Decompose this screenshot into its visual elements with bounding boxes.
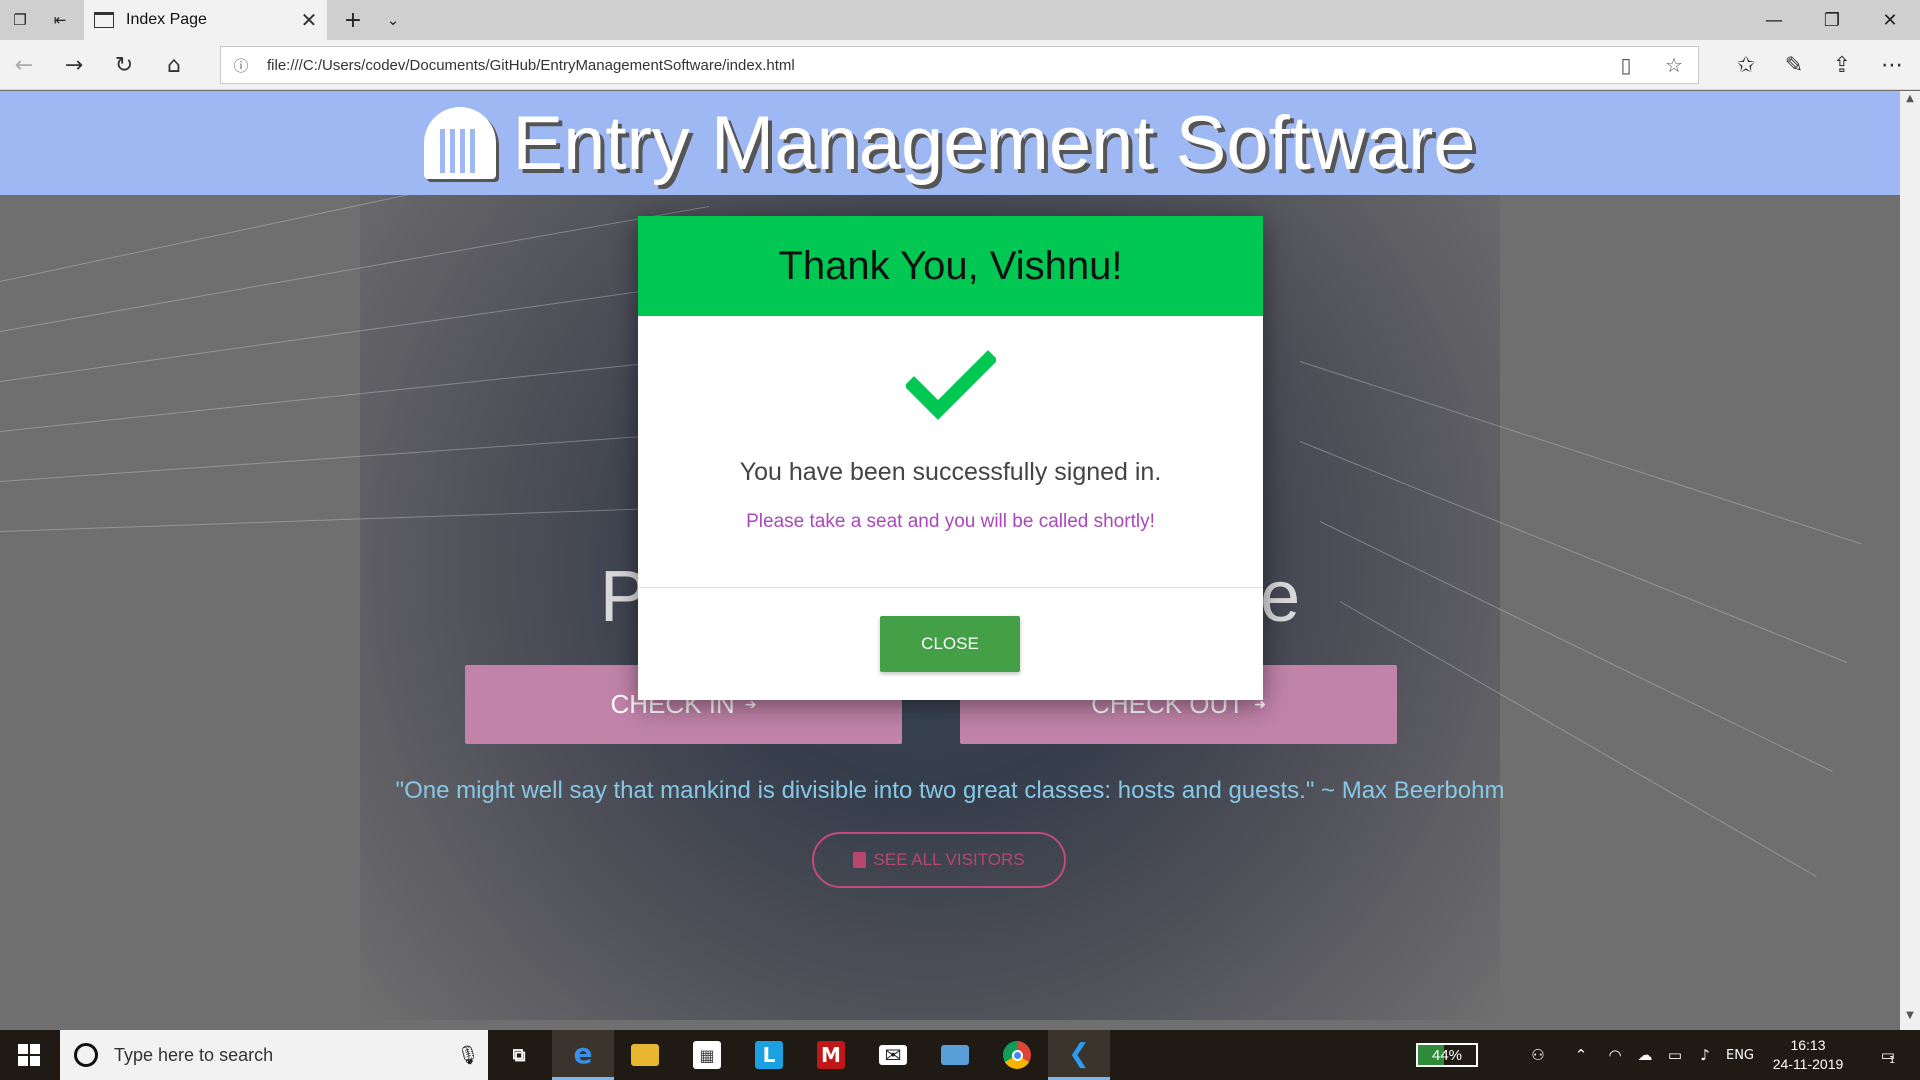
- notification-count: 1: [1888, 1054, 1896, 1066]
- browser-tab[interactable]: Index Page ✕: [84, 0, 327, 40]
- start-button[interactable]: [0, 1030, 58, 1080]
- store-icon: ▦: [693, 1041, 721, 1069]
- task-view-icon: ⧉: [512, 1044, 526, 1066]
- modal-header: Thank You, Vishnu!: [638, 216, 1263, 316]
- battery-icon[interactable]: ▭: [1660, 1030, 1690, 1080]
- set-aside-tabs-icon[interactable]: ⇤: [40, 0, 80, 40]
- address-input[interactable]: file:///C:/Users/codev/Documents/GitHub/…: [261, 57, 1602, 74]
- pen-icon[interactable]: ✎: [1774, 45, 1814, 85]
- modal-divider: [638, 587, 1263, 588]
- chevron-down-icon[interactable]: ⌄: [373, 0, 413, 40]
- search-placeholder: Type here to search: [114, 1044, 274, 1065]
- computer-icon: [941, 1045, 969, 1065]
- task-view-button[interactable]: ⧉: [488, 1030, 550, 1080]
- reading-view-icon[interactable]: ▯: [1602, 53, 1650, 77]
- wifi-icon[interactable]: ◠: [1600, 1030, 1630, 1080]
- computer-app[interactable]: [924, 1030, 986, 1080]
- checkmark-icon: [906, 350, 996, 420]
- chrome-app[interactable]: [986, 1030, 1048, 1080]
- tab-manager-icon[interactable]: ❐: [0, 0, 40, 40]
- taskbar-search[interactable]: Type here to search 🎙: [60, 1030, 488, 1080]
- vscode-icon: ❮: [1068, 1038, 1090, 1069]
- browser-tab-bar: ❐ ⇤ Index Page ✕ + ⌄ — ❐ ✕: [0, 0, 1920, 40]
- forward-icon[interactable]: →: [54, 45, 94, 85]
- mail-icon: ✉: [879, 1043, 907, 1067]
- l-app-icon: L: [755, 1041, 783, 1069]
- cloud-icon[interactable]: ☁: [1630, 1030, 1660, 1080]
- modal-title: Thank You, Vishnu!: [778, 243, 1123, 288]
- store-app[interactable]: ▦: [676, 1030, 738, 1080]
- favorites-icon[interactable]: ✩: [1726, 45, 1766, 85]
- page-icon: [94, 12, 114, 28]
- clock[interactable]: 16:13 24-11-2019: [1760, 1036, 1856, 1074]
- notification-center[interactable]: ▭ 1: [1866, 1030, 1910, 1080]
- windows-icon: [18, 1044, 40, 1066]
- cortana-icon: [74, 1043, 98, 1067]
- clock-time: 16:13: [1790, 1037, 1826, 1053]
- info-icon[interactable]: ⓘ: [221, 55, 261, 76]
- new-tab-icon[interactable]: +: [333, 0, 373, 40]
- minimize-button[interactable]: —: [1745, 0, 1803, 40]
- share-icon[interactable]: ⇪: [1822, 45, 1862, 85]
- browser-nav-bar: ← → ↻ ⌂ ⓘ file:///C:/Users/codev/Documen…: [0, 40, 1920, 90]
- vscode-app[interactable]: ❮: [1048, 1030, 1110, 1080]
- edge-icon: e: [573, 1037, 593, 1070]
- address-bar[interactable]: ⓘ file:///C:/Users/codev/Documents/GitHu…: [220, 46, 1699, 84]
- battery-indicator[interactable]: 44%: [1416, 1043, 1478, 1067]
- taskbar: Type here to search 🎙 ⧉ e ▦ L M ✉ ❮ 44% …: [0, 1030, 1920, 1080]
- more-icon[interactable]: ⋯: [1872, 45, 1912, 85]
- l-app[interactable]: L: [738, 1030, 800, 1080]
- close-tab-icon[interactable]: ✕: [291, 8, 327, 32]
- file-explorer-app[interactable]: [614, 1030, 676, 1080]
- refresh-icon[interactable]: ↻: [104, 45, 144, 85]
- chevron-up-icon[interactable]: ⌃: [1566, 1030, 1596, 1080]
- volume-icon[interactable]: ♪: [1690, 1030, 1720, 1080]
- back-icon[interactable]: ←: [4, 45, 44, 85]
- restore-button[interactable]: ❐: [1803, 0, 1861, 40]
- close-window-button[interactable]: ✕: [1861, 0, 1919, 40]
- close-button[interactable]: CLOSE: [880, 616, 1020, 672]
- modal-message: You have been successfully signed in.: [739, 458, 1162, 486]
- home-icon[interactable]: ⌂: [154, 45, 194, 85]
- success-modal: Thank You, Vishnu! You have been success…: [638, 216, 1263, 700]
- clock-date: 24-11-2019: [1772, 1056, 1844, 1072]
- folder-icon: [631, 1044, 659, 1066]
- battery-text: 44%: [1431, 1046, 1463, 1064]
- mcafee-app[interactable]: M: [800, 1030, 862, 1080]
- modal-overlay[interactable]: Thank You, Vishnu! You have been success…: [0, 91, 1920, 1030]
- shield-icon: M: [817, 1041, 845, 1069]
- modal-submessage: Please take a seat and you will be calle…: [746, 511, 1155, 532]
- people-icon[interactable]: ⚇: [1520, 1030, 1556, 1080]
- mail-app[interactable]: ✉: [862, 1030, 924, 1080]
- tab-title: Index Page: [126, 11, 207, 28]
- edge-app[interactable]: e: [552, 1030, 614, 1080]
- chrome-icon: [1003, 1041, 1031, 1069]
- language-indicator[interactable]: ENG: [1722, 1030, 1758, 1080]
- microphone-icon[interactable]: 🎙: [448, 1045, 488, 1066]
- favorite-star-icon[interactable]: ☆: [1650, 53, 1698, 77]
